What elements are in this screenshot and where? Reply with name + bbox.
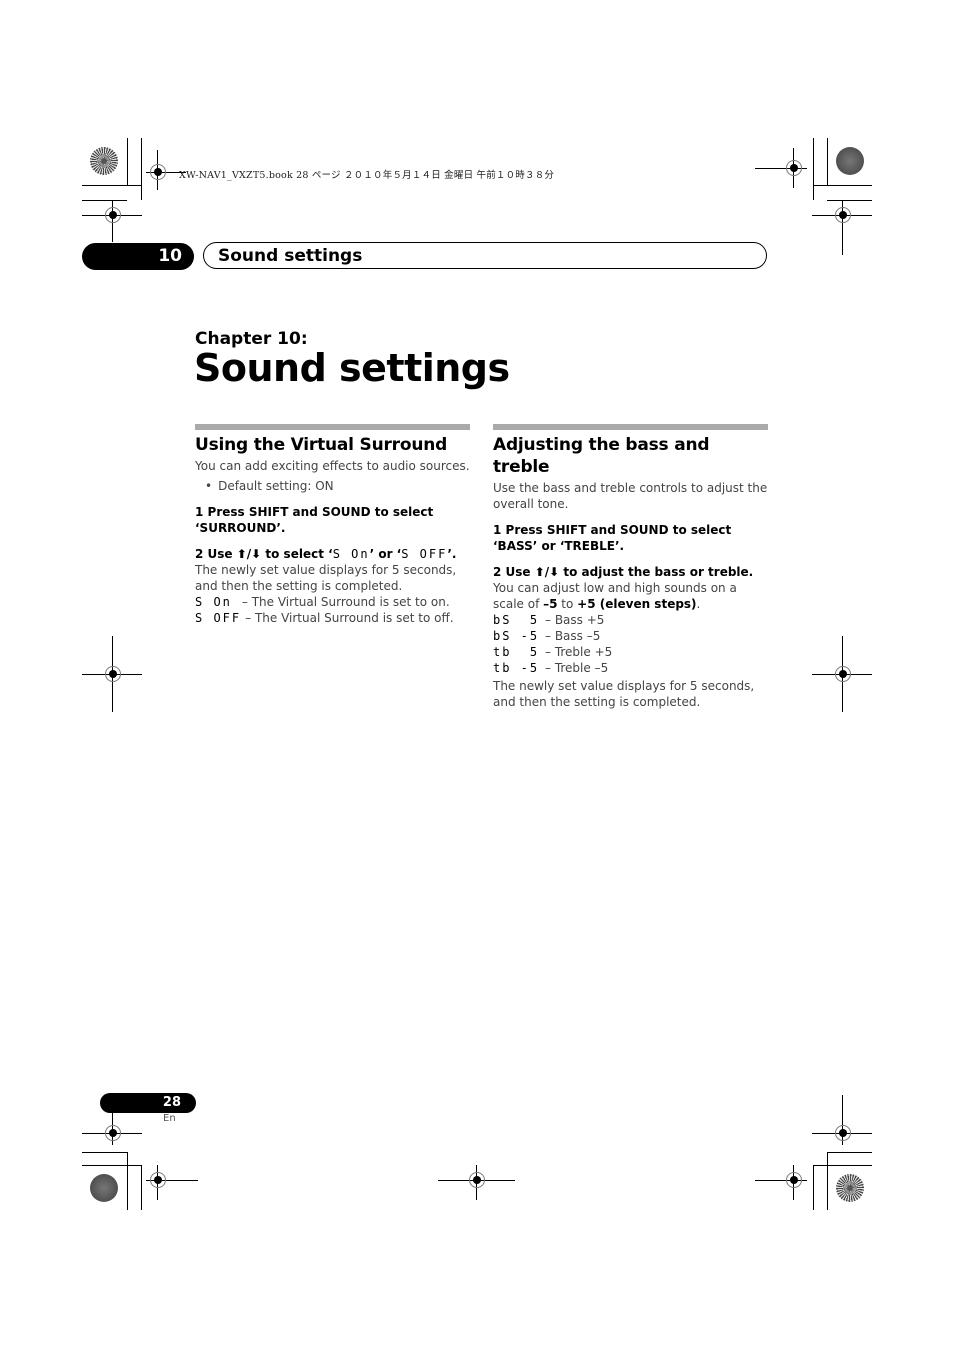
registration-mark-icon [786, 160, 802, 176]
color-bar-dot-icon [836, 147, 864, 175]
crop-line [827, 1152, 828, 1210]
step-2-body: You can adjust low and high sounds on a … [493, 580, 768, 612]
lcd-display: bS -5 [493, 629, 540, 643]
crop-line [127, 138, 128, 185]
section-heading: Using the Virtual Surround [195, 435, 448, 455]
chapter-number-tab: 10 [82, 243, 194, 270]
registration-mark-icon [835, 1125, 851, 1141]
registration-mark-icon [835, 207, 851, 223]
color-bar-starburst-icon [90, 147, 118, 175]
crop-line [82, 185, 141, 186]
color-bar-dot-icon [90, 1174, 118, 1202]
lcd-surround-on: S On [332, 547, 370, 561]
section-rule [195, 424, 470, 430]
option-desc: – Bass –5 [545, 629, 601, 643]
crop-line [827, 138, 828, 185]
running-head-title: Sound settings [203, 242, 767, 269]
registration-mark-icon [469, 1172, 485, 1188]
crop-line [82, 200, 127, 201]
option-surround-off: S OFF – The Virtual Surround is set to of… [195, 610, 470, 626]
step-1: 1 Press SHIFT and SOUND to select ‘BASS’… [493, 523, 732, 553]
crop-line [82, 1165, 141, 1166]
registration-mark-icon [150, 164, 166, 180]
step-2: 2 Use ⬆/⬇ to select ‘S On’ or ‘S OFF’. [195, 546, 470, 562]
range-max: +5 (eleven steps) [577, 597, 697, 611]
crop-line [127, 1152, 128, 1210]
registration-mark-icon [105, 207, 121, 223]
option-treble-minus5: tb -5 – Treble –5 [493, 660, 768, 676]
crop-line [813, 185, 872, 186]
lcd-surround-off: S OFF [401, 547, 448, 561]
crop-line [813, 1165, 814, 1210]
section-intro: You can add exciting effects to audio so… [195, 459, 470, 473]
lcd-display: tb 5 [493, 645, 540, 659]
lcd-display: tb -5 [493, 661, 540, 675]
section-heading: Adjusting the bass and treble [493, 435, 710, 477]
option-desc: – Treble –5 [545, 661, 609, 675]
registration-mark-icon [150, 1172, 166, 1188]
option-treble-plus5: tb 5 – Treble +5 [493, 644, 768, 660]
registration-mark-icon [105, 666, 121, 682]
default-setting-bullet: Default setting: ON [205, 478, 470, 494]
step-2-prefix: 2 Use ⬆/⬇ to select ‘ [195, 547, 333, 561]
step-2: 2 Use ⬆/⬇ to adjust the bass or treble. [493, 565, 754, 579]
color-bar-starburst-icon [836, 1174, 864, 1202]
crop-line [82, 1152, 127, 1153]
registration-mark-icon [105, 1125, 121, 1141]
step-2-body: The newly set value displays for 5 secon… [195, 563, 457, 593]
crop-line [141, 138, 142, 200]
range-end: . [696, 597, 701, 611]
chapter-title: Sound settings [194, 346, 510, 390]
lcd-display: S On [195, 595, 232, 609]
option-bass-minus5: bS -5 – Bass –5 [493, 628, 768, 644]
step-2-mid: ’ or ‘ [369, 547, 402, 561]
step-1: 1 Press SHIFT and SOUND to select ‘SURRO… [195, 505, 434, 535]
lcd-display: S OFF [195, 611, 242, 625]
bass-treble-section: Adjusting the bass and treble Use the ba… [493, 424, 768, 710]
section-intro: Use the bass and treble controls to adju… [493, 481, 768, 511]
option-desc: – Bass +5 [545, 613, 605, 627]
option-desc: – The Virtual Surround is set to off. [245, 611, 454, 625]
option-surround-on: S On – The Virtual Surround is set to on. [195, 594, 470, 610]
option-desc: – The Virtual Surround is set to on. [241, 595, 450, 609]
crop-line [813, 1165, 872, 1166]
virtual-surround-section: Using the Virtual Surround You can add e… [195, 424, 470, 626]
registration-mark-icon [786, 1172, 802, 1188]
step-2-suffix: ’. [447, 547, 457, 561]
crop-line [141, 1165, 142, 1210]
bullet-text: Default setting: ON [218, 479, 334, 493]
print-slug: XW-NAV1_VXZT5.book 28 ページ ２０１０年５月１４日 金曜日… [179, 170, 555, 181]
option-desc: – Treble +5 [545, 645, 613, 659]
crop-line [827, 1152, 872, 1153]
page-language: En [163, 1113, 176, 1124]
registration-mark-icon [835, 666, 851, 682]
section-rule [493, 424, 768, 430]
crop-line [813, 138, 814, 200]
range-min: –5 [543, 597, 558, 611]
page-number-tab: 28 [100, 1093, 196, 1113]
crop-line [827, 200, 872, 201]
option-bass-plus5: bS 5 – Bass +5 [493, 612, 768, 628]
range-to: to [557, 597, 578, 611]
section-footer: The newly set value displays for 5 secon… [493, 679, 755, 709]
lcd-display: bS 5 [493, 613, 540, 627]
